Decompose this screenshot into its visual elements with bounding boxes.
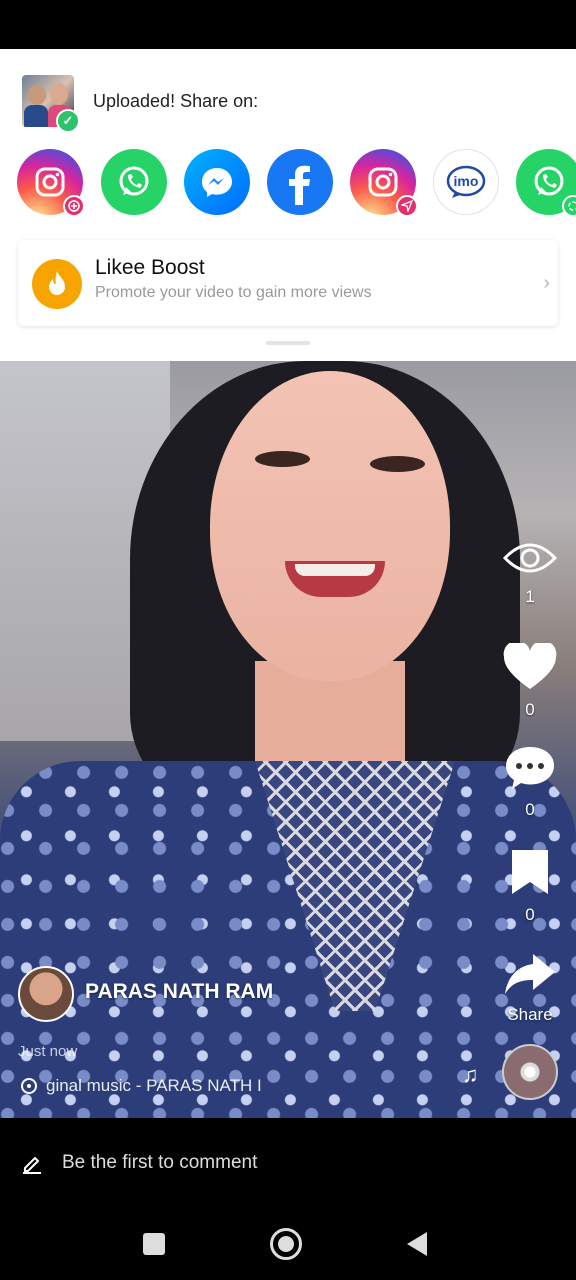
likee-boost-card[interactable]: Likee Boost Promote your video to gain m…	[18, 240, 558, 326]
instagram-icon	[35, 167, 65, 197]
save-button[interactable]: 0	[500, 848, 560, 925]
saves-count: 0	[525, 905, 535, 924]
back-button[interactable]	[405, 1230, 429, 1258]
music-disc-icon	[21, 1078, 37, 1094]
whatsapp-icon	[119, 166, 149, 196]
status-icon	[562, 195, 576, 217]
messenger-icon	[202, 168, 232, 197]
avatar[interactable]	[18, 966, 74, 1022]
views-count: 1	[525, 587, 535, 606]
comment-icon	[506, 747, 554, 789]
drag-handle[interactable]	[266, 341, 310, 345]
boost-title: Likee Boost	[95, 256, 205, 279]
system-nav-bar	[0, 1210, 576, 1280]
music-disc-button[interactable]	[502, 1044, 558, 1100]
send-icon	[396, 195, 418, 217]
music-info[interactable]: ginal music - PARAS NATH I	[20, 1076, 262, 1096]
post-time: Just now	[18, 1043, 78, 1060]
instagram-icon	[368, 167, 398, 197]
instagram-direct-share-button[interactable]	[350, 149, 418, 217]
music-title: ginal music - PARAS NATH I	[46, 1076, 262, 1095]
share-targets-row: imo	[0, 149, 576, 217]
home-button[interactable]	[270, 1228, 302, 1260]
comment-input[interactable]: Be the first to comment	[62, 1152, 257, 1174]
likes-count: 0	[525, 700, 535, 719]
eye-icon	[502, 543, 558, 573]
user-name[interactable]: PARAS NATH RAM	[85, 980, 273, 1004]
uploaded-text: Uploaded! Share on:	[93, 91, 259, 111]
bookmark-icon	[512, 850, 548, 894]
comment-button[interactable]: 0	[500, 745, 560, 820]
share-button[interactable]: Share	[500, 952, 560, 1025]
share-panel: ✓ Uploaded! Share on: imo Likee Boost Pr…	[0, 49, 576, 361]
status-bar	[0, 0, 576, 49]
share-label: Share	[507, 1005, 553, 1024]
whatsapp-status-share-button[interactable]	[516, 149, 576, 217]
facebook-icon	[289, 165, 310, 205]
heart-icon	[503, 640, 557, 689]
music-note-icon: ♫	[462, 1062, 479, 1087]
facebook-share-button[interactable]	[267, 149, 333, 215]
whatsapp-icon	[534, 166, 564, 196]
chevron-right-icon: ›	[543, 272, 550, 294]
home-icon	[278, 1236, 294, 1252]
views-stat[interactable]: 1	[500, 538, 560, 607]
instagram-story-share-button[interactable]	[17, 149, 85, 217]
boost-subtitle: Promote your video to gain more views	[95, 284, 372, 301]
imo-icon: imo	[446, 165, 486, 198]
imo-share-button[interactable]: imo	[433, 149, 499, 215]
comment-bar[interactable]: Be the first to comment	[0, 1118, 576, 1210]
messenger-share-button[interactable]	[184, 149, 250, 215]
recents-button[interactable]	[143, 1233, 165, 1255]
like-button[interactable]: 0	[500, 640, 560, 720]
pencil-icon	[23, 1156, 41, 1174]
video-player[interactable]	[0, 361, 576, 1118]
comments-count: 0	[525, 800, 535, 819]
check-icon: ✓	[56, 109, 80, 133]
whatsapp-share-button[interactable]	[101, 149, 167, 215]
flame-icon	[32, 259, 82, 309]
imo-label: imo	[454, 173, 479, 189]
share-arrow-icon	[505, 954, 555, 994]
add-story-icon	[63, 195, 85, 217]
